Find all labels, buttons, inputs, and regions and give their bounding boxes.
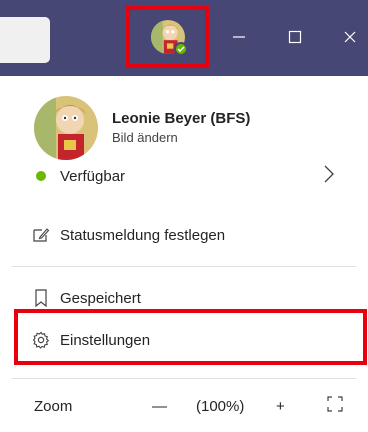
settings-highlight — [14, 309, 367, 365]
close-icon — [344, 31, 356, 43]
status-message-menu-item[interactable]: Statusmeldung festlegen — [30, 223, 225, 247]
saved-menu-item[interactable]: Gespeichert — [30, 286, 141, 310]
profile-avatar-button[interactable] — [126, 6, 209, 68]
profile-header: Leonie Beyer (BFS) Bild ändern — [34, 96, 250, 160]
zoom-control: Zoom — (100%) + — [34, 394, 354, 418]
chevron-right-icon — [324, 165, 334, 187]
edit-message-icon — [30, 224, 52, 246]
maximize-button[interactable] — [280, 22, 310, 52]
minimize-button[interactable] — [224, 22, 254, 52]
change-picture-link[interactable]: Bild ändern — [112, 129, 250, 147]
profile-menu: Leonie Beyer (BFS) Bild ändern Verfügbar… — [0, 76, 368, 432]
divider — [12, 266, 356, 267]
available-status-icon — [30, 165, 52, 187]
minimize-icon — [233, 36, 245, 38]
profile-name: Leonie Beyer (BFS) — [112, 110, 251, 127]
status-label: Verfügbar — [60, 167, 126, 185]
status-menu-item[interactable]: Verfügbar — [30, 164, 350, 188]
zoom-out-button[interactable]: — — [152, 398, 167, 415]
fullscreen-icon[interactable] — [326, 395, 344, 417]
avatar[interactable] — [150, 20, 188, 56]
zoom-label: Zoom — [34, 397, 73, 415]
available-status-icon — [173, 42, 188, 56]
close-button[interactable] — [335, 22, 365, 52]
bookmark-icon — [30, 287, 52, 309]
zoom-value: (100%) — [196, 397, 245, 415]
profile-picture[interactable] — [34, 96, 98, 160]
divider — [12, 378, 356, 379]
saved-label: Gespeichert — [60, 289, 141, 307]
maximize-icon — [288, 30, 302, 44]
title-bar — [0, 0, 368, 76]
status-message-label: Statusmeldung festlegen — [60, 226, 226, 244]
search-input[interactable] — [0, 17, 50, 63]
zoom-in-button[interactable]: + — [276, 398, 285, 415]
